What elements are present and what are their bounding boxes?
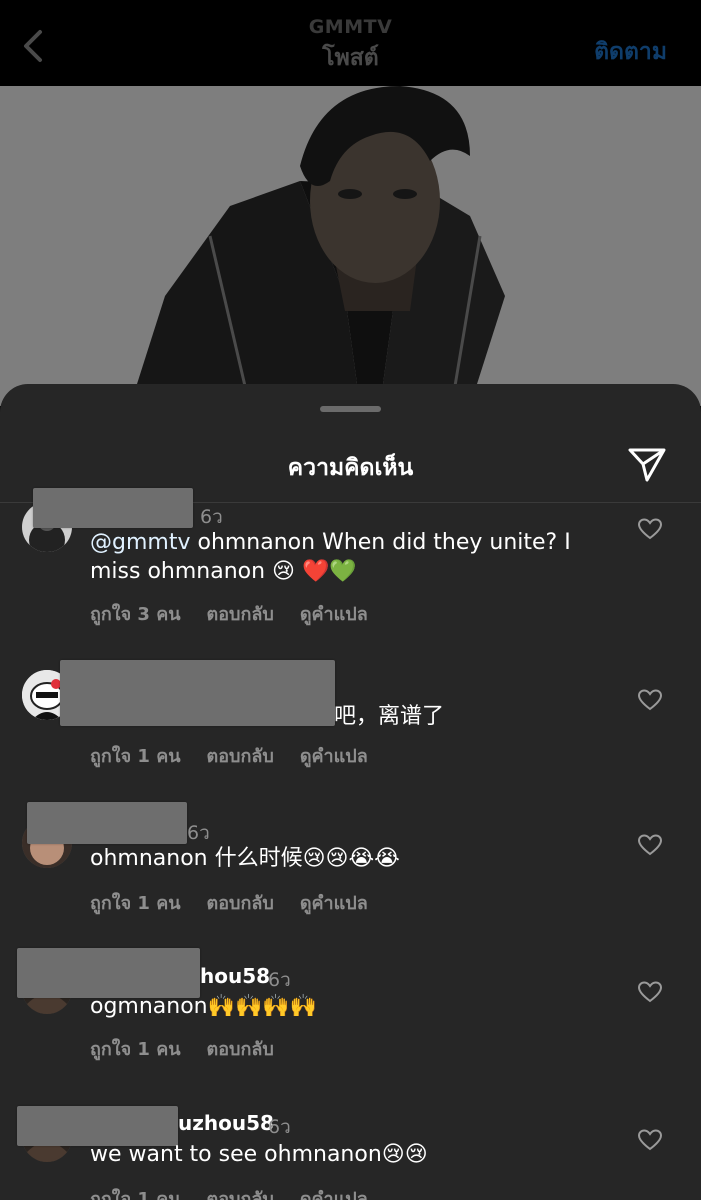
translate-button[interactable]: ดูคำแปล	[300, 1189, 368, 1200]
comment-actions: ถูกใจ 1 คน ตอบกลับ ดูคำแปล	[90, 741, 394, 770]
reply-button[interactable]: ตอบกลับ	[207, 1039, 274, 1060]
heart-icon[interactable]	[638, 1129, 662, 1151]
comment-body: we want to see ohmnanon😢😢	[90, 1142, 428, 1167]
translate-button[interactable]: ดูคำแปล	[300, 746, 368, 767]
likes-count[interactable]: ถูกใจ 1 คน	[90, 1039, 181, 1060]
comment-time: 6ว	[268, 1116, 291, 1138]
comment-actions: ถูกใจ 1 คน ตอบกลับ	[90, 1034, 300, 1063]
reply-button[interactable]: ตอบกลับ	[207, 893, 274, 914]
send-icon[interactable]	[627, 444, 667, 484]
comment-username[interactable]: hou58	[200, 964, 270, 988]
translate-button[interactable]: ดูคำแปล	[300, 893, 368, 914]
sheet-grabber[interactable]	[320, 406, 381, 412]
heart-icon[interactable]	[638, 981, 662, 1003]
likes-count[interactable]: ถูกใจ 1 คน	[90, 746, 181, 767]
redacted-username	[27, 802, 187, 844]
comment-body: 吧，离谱了	[334, 704, 445, 729]
comments-sheet: ความคิดเห็น 6ว @gmmtv ohmnanon When did …	[0, 384, 701, 1200]
comment-text: @gmmtv ohmnanon When did they unite? I m…	[90, 528, 610, 586]
comment-actions: ถูกใจ 3 คน ตอบกลับ ดูคำแปล	[90, 599, 394, 628]
reply-button[interactable]: ตอบกลับ	[207, 1189, 274, 1200]
heart-icon[interactable]	[638, 518, 662, 540]
reply-button[interactable]: ตอบกลับ	[207, 604, 274, 625]
heart-icon[interactable]	[638, 834, 662, 856]
comment-body: ogmnanon🙌🙌🙌🙌	[90, 994, 318, 1019]
top-bar: GMMTV โพสต์ ติดตาม	[0, 0, 701, 86]
comment-actions: ถูกใจ 1 คน ตอบกลับ ดูคำแปล	[90, 1184, 394, 1200]
comment-body: ohmnanon 什么时候😢😢😭😭	[90, 846, 400, 871]
heart-icon[interactable]	[638, 689, 662, 711]
post-photo	[0, 86, 701, 406]
redacted-username	[17, 948, 200, 998]
translate-button[interactable]: ดูคำแปล	[300, 604, 368, 625]
follow-button[interactable]: ติดตาม	[594, 34, 667, 70]
likes-count[interactable]: ถูกใจ 1 คน	[90, 893, 181, 914]
likes-count[interactable]: ถูกใจ 3 คน	[90, 604, 181, 625]
comment-actions: ถูกใจ 1 คน ตอบกลับ ดูคำแปล	[90, 888, 394, 917]
mention-link[interactable]: @gmmtv	[90, 530, 190, 555]
redacted-username	[60, 660, 335, 726]
reply-button[interactable]: ตอบกลับ	[207, 746, 274, 767]
comment-username[interactable]: uzhou58	[178, 1111, 274, 1135]
comment-time: 6ว	[268, 969, 291, 991]
sheet-title: ความคิดเห็น	[287, 455, 414, 481]
likes-count[interactable]: ถูกใจ 1 คน	[90, 1189, 181, 1200]
redacted-username	[33, 488, 193, 528]
